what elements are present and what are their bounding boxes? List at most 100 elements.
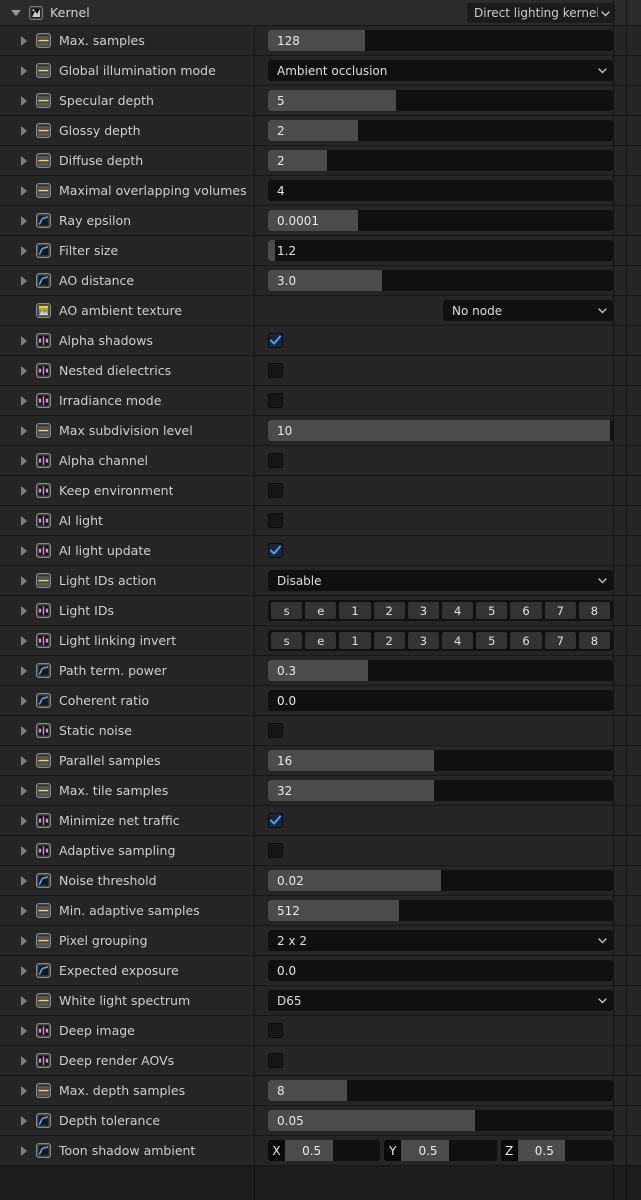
toggle-button[interactable]: 7 (544, 632, 576, 649)
toggle-button[interactable]: 3 (407, 632, 440, 649)
toggle-button[interactable]: 1 (339, 632, 371, 649)
triangle-right-icon[interactable] (21, 695, 27, 706)
triangle-right-icon[interactable] (21, 35, 27, 46)
toggle-button[interactable]: 6 (510, 632, 542, 649)
toggle-button[interactable]: 8 (578, 632, 611, 649)
triangle-right-icon[interactable] (21, 1115, 27, 1126)
toggle-button[interactable]: 4 (442, 602, 474, 619)
triangle-right-icon[interactable] (21, 995, 27, 1006)
toggle-button[interactable]: 2 (373, 602, 405, 619)
toggle-button[interactable]: 6 (510, 602, 542, 619)
triangle-right-icon[interactable] (21, 575, 27, 586)
toggle-button[interactable]: 2 (373, 632, 405, 649)
checkbox[interactable] (268, 1023, 283, 1038)
vector-component[interactable]: Y 0.5 (384, 1140, 497, 1161)
triangle-right-icon[interactable] (21, 155, 27, 166)
triangle-right-icon[interactable] (21, 665, 27, 676)
checkbox[interactable] (268, 483, 283, 498)
triangle-right-icon[interactable] (21, 365, 27, 376)
triangle-right-icon[interactable] (21, 725, 27, 736)
toggle-button[interactable]: e (305, 602, 337, 619)
slider-field[interactable]: 2 (268, 120, 613, 141)
triangle-right-icon[interactable] (21, 755, 27, 766)
toggle-button[interactable]: 7 (544, 602, 576, 619)
triangle-right-icon[interactable] (21, 275, 27, 286)
triangle-right-icon[interactable] (21, 635, 27, 646)
triangle-right-icon[interactable] (21, 185, 27, 196)
toggle-button[interactable]: 5 (476, 632, 508, 649)
triangle-right-icon[interactable] (21, 815, 27, 826)
triangle-right-icon[interactable] (21, 905, 27, 916)
property-row: Diffuse depth 2 (0, 146, 641, 176)
triangle-right-icon[interactable] (21, 785, 27, 796)
kernel-type-select[interactable]: Direct lighting kernel (467, 3, 615, 23)
triangle-right-icon[interactable] (21, 1085, 27, 1096)
slider-field[interactable]: 32 (268, 780, 613, 801)
slider-field[interactable]: 4 (268, 180, 613, 201)
slider-field[interactable]: 0.0 (268, 690, 613, 711)
triangle-right-icon[interactable] (21, 65, 27, 76)
slider-field[interactable]: 128 (268, 30, 613, 51)
triangle-right-icon[interactable] (21, 245, 27, 256)
checkbox[interactable] (268, 453, 283, 468)
checkbox[interactable] (268, 513, 283, 528)
triangle-right-icon[interactable] (21, 545, 27, 556)
slider-field[interactable]: 3.0 (268, 270, 613, 291)
slider-field[interactable]: 512 (268, 900, 613, 921)
triangle-right-icon[interactable] (21, 125, 27, 136)
slider-field[interactable]: 0.0001 (268, 210, 613, 231)
checkbox[interactable] (268, 1053, 283, 1068)
node-select[interactable]: No node (443, 300, 613, 321)
toggle-button[interactable]: 5 (476, 602, 508, 619)
triangle-right-icon[interactable] (21, 515, 27, 526)
slider-field[interactable]: 0.05 (268, 1110, 613, 1131)
triangle-right-icon[interactable] (21, 335, 27, 346)
checkbox[interactable] (268, 723, 283, 738)
enum-select[interactable]: D65 (268, 990, 613, 1011)
triangle-right-icon[interactable] (21, 1145, 27, 1156)
checkbox[interactable] (268, 813, 283, 828)
slider-field[interactable]: 0.3 (268, 660, 613, 681)
slider-field[interactable]: 16 (268, 750, 613, 771)
checkbox[interactable] (268, 333, 283, 348)
toggle-button[interactable]: 8 (578, 602, 611, 619)
triangle-right-icon[interactable] (21, 485, 27, 496)
checkbox[interactable] (268, 363, 283, 378)
triangle-right-icon[interactable] (21, 1025, 27, 1036)
toggle-button[interactable]: 4 (442, 632, 474, 649)
triangle-right-icon[interactable] (21, 875, 27, 886)
triangle-right-icon[interactable] (21, 935, 27, 946)
enum-select[interactable]: 2 x 2 (268, 930, 613, 951)
enum-select[interactable]: Ambient occlusion (268, 60, 613, 81)
triangle-right-icon[interactable] (21, 95, 27, 106)
kernel-header[interactable]: Kernel Direct lighting kernel (0, 0, 641, 26)
checkbox[interactable] (268, 393, 283, 408)
triangle-right-icon[interactable] (21, 845, 27, 856)
checkbox[interactable] (268, 843, 283, 858)
triangle-right-icon[interactable] (21, 215, 27, 226)
slider-field[interactable]: 5 (268, 90, 613, 111)
triangle-right-icon[interactable] (21, 605, 27, 616)
bool-property-icon (36, 1023, 51, 1038)
checkbox[interactable] (268, 543, 283, 558)
toggle-button[interactable]: e (305, 632, 337, 649)
vector-component[interactable]: X 0.5 (268, 1140, 381, 1161)
triangle-right-icon[interactable] (21, 455, 27, 466)
triangle-right-icon[interactable] (21, 1055, 27, 1066)
toggle-button[interactable]: 3 (407, 602, 440, 619)
slider-field[interactable]: 8 (268, 1080, 613, 1101)
toggle-button[interactable]: 1 (339, 602, 371, 619)
toggle-button[interactable]: s (271, 632, 303, 649)
triangle-down-icon[interactable] (11, 9, 21, 16)
slider-field[interactable]: 0.02 (268, 870, 613, 891)
triangle-right-icon[interactable] (21, 395, 27, 406)
triangle-right-icon[interactable] (21, 965, 27, 976)
toggle-button[interactable]: s (271, 602, 303, 619)
slider-field[interactable]: 1.2 (268, 240, 613, 261)
slider-field[interactable]: 0.0 (268, 960, 613, 981)
enum-select[interactable]: Disable (268, 570, 613, 591)
triangle-right-icon[interactable] (21, 425, 27, 436)
slider-field[interactable]: 10 (268, 420, 613, 441)
slider-field[interactable]: 2 (268, 150, 613, 171)
vector-component[interactable]: Z 0.5 (500, 1140, 613, 1161)
